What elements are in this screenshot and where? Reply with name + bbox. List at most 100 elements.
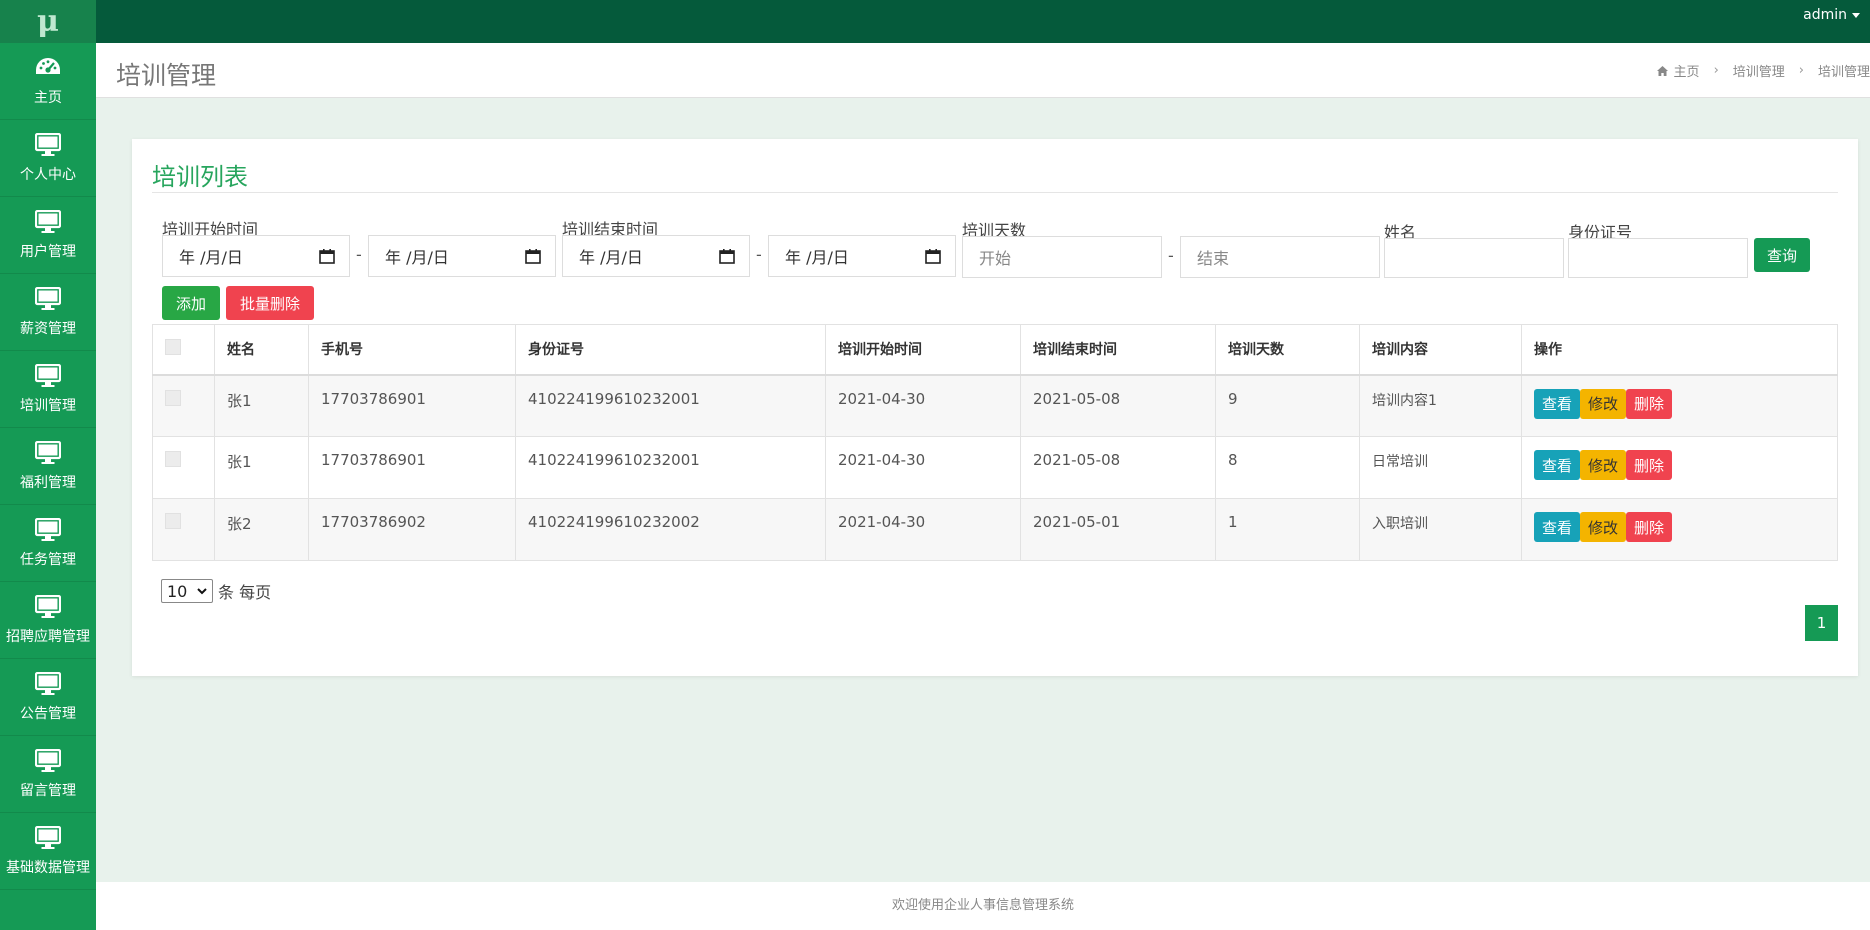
calendar-icon[interactable] (319, 248, 335, 264)
monitor-icon (35, 363, 61, 389)
dashboard-icon (35, 55, 61, 81)
sidebar-item-label: 薪资管理 (20, 321, 76, 337)
ops-cell: 查看 修改 删除 (1521, 436, 1838, 499)
range-dash: - (756, 245, 762, 264)
sidebar-item-9[interactable]: 留言管理 (0, 736, 96, 813)
row-checkbox[interactable] (165, 451, 181, 467)
days-to-input[interactable]: 结束 (1180, 236, 1380, 278)
start-date-from-input[interactable]: 年 /月/日 (162, 235, 350, 277)
column-header: 培训天数 (1215, 324, 1360, 376)
end-date-to-input[interactable]: 年 /月/日 (768, 235, 956, 277)
content-cell: 入职培训 (1359, 498, 1522, 561)
days-from-input[interactable]: 开始 (962, 236, 1162, 278)
row-select-cell (152, 374, 215, 437)
view-button[interactable]: 查看 (1534, 388, 1581, 419)
sidebar-item-5[interactable]: 福利管理 (0, 428, 96, 505)
footer: 欢迎使用企业人事信息管理系统 (96, 882, 1870, 930)
select-all-checkbox[interactable] (165, 339, 181, 356)
range-dash: - (1168, 246, 1174, 265)
edit-button[interactable]: 修改 (1580, 450, 1627, 480)
view-button[interactable]: 查看 (1534, 450, 1581, 480)
calendar-icon[interactable] (525, 248, 541, 264)
sidebar-item-7[interactable]: 招聘应聘管理 (0, 582, 96, 659)
id-number-cell: 410224199610232002 (515, 498, 826, 561)
monitor-icon (35, 594, 61, 620)
table-row: 张2 17703786902 410224199610232002 2021-0… (152, 498, 1838, 561)
phone-cell: 17703786901 (308, 436, 516, 499)
delete-button[interactable]: 删除 (1626, 450, 1673, 480)
card-title: 培训列表 (152, 163, 248, 191)
sidebar-item-label: 培训管理 (20, 398, 76, 414)
breadcrumb-home[interactable]: 主页 (1674, 61, 1700, 80)
delete-button[interactable]: 删除 (1626, 512, 1673, 542)
start-date-cell: 2021-04-30 (825, 436, 1021, 499)
start-date-cell: 2021-04-30 (825, 374, 1021, 437)
edit-button[interactable]: 修改 (1580, 388, 1627, 419)
sidebar-item-4[interactable]: 培训管理 (0, 351, 96, 428)
app-logo[interactable]: μ (0, 0, 96, 43)
monitor-icon (35, 209, 61, 235)
end-date-from-input[interactable]: 年 /月/日 (562, 235, 750, 277)
sidebar-item-0[interactable]: 主页 (0, 43, 96, 120)
sidebar: μ 主页个人中心用户管理薪资管理培训管理福利管理 任务管理 招聘应聘管理公告管理留言… (0, 0, 96, 930)
row-select-cell (152, 498, 215, 561)
column-header: 手机号 (308, 324, 516, 376)
user-menu[interactable]: admin (1803, 7, 1860, 23)
row-checkbox[interactable] (165, 389, 181, 406)
view-button[interactable]: 查看 (1534, 512, 1581, 542)
column-header: 培训结束时间 (1020, 324, 1216, 376)
column-header: 姓名 (214, 324, 309, 376)
sidebar-item-3[interactable]: 薪资管理 (0, 274, 96, 351)
page-title: 培训管理 (116, 61, 217, 90)
breadcrumb: 主页 › 培训管理 › 培训管理 (1656, 61, 1870, 80)
sidebar-item-2[interactable]: 用户管理 (0, 197, 96, 274)
sidebar-item-1[interactable]: 个人中心 (0, 120, 96, 197)
days-cell: 1 (1215, 498, 1360, 561)
id-number-search-input[interactable] (1568, 238, 1748, 278)
monitor-icon (35, 825, 61, 851)
chevron-right-icon: › (1798, 63, 1804, 78)
sidebar-item-label: 留言管理 (20, 783, 76, 799)
select-all-cell (152, 324, 215, 376)
page-size-select[interactable]: 10 (161, 579, 213, 603)
page-1-button[interactable]: 1 (1805, 605, 1838, 641)
sidebar-item-label: 公告管理 (20, 706, 76, 722)
chevron-right-icon: › (1713, 63, 1719, 78)
id-number-cell: 410224199610232001 (515, 436, 826, 499)
id-number-cell: 410224199610232001 (515, 374, 826, 437)
add-button[interactable]: 添加 (162, 286, 220, 320)
sidebar-item-label: 个人中心 (20, 167, 76, 183)
column-header: 身份证号 (515, 324, 826, 376)
bulk-delete-button[interactable]: 批量删除 (226, 286, 314, 320)
user-name: admin (1803, 7, 1847, 23)
monitor-icon (35, 132, 61, 158)
content-cell: 日常培训 (1359, 436, 1522, 499)
name-cell: 张1 (214, 374, 309, 437)
page-header: 培训管理 主页 › 培训管理 › 培训管理 (96, 43, 1870, 98)
chevron-down-icon (197, 587, 207, 594)
name-cell: 张1 (214, 436, 309, 499)
table-header-row: 姓名 手机号 身份证号 培训开始时间 培训结束时间 培训天数 培训内容 操作 (152, 324, 1838, 376)
column-header: 培训内容 (1359, 324, 1522, 376)
caret-down-icon (1852, 12, 1860, 18)
phone-cell: 17703786902 (308, 498, 516, 561)
sidebar-item-label: 基础数据管理 (6, 860, 90, 876)
edit-button[interactable]: 修改 (1580, 512, 1627, 542)
row-checkbox[interactable] (165, 513, 181, 529)
divider (152, 192, 1838, 193)
sidebar-item-8[interactable]: 公告管理 (0, 659, 96, 736)
calendar-icon[interactable] (925, 248, 941, 264)
sidebar-item-10[interactable]: 基础数据管理 (0, 813, 96, 890)
calendar-icon[interactable] (719, 248, 735, 264)
phone-cell: 17703786901 (308, 374, 516, 437)
start-date-to-input[interactable]: 年 /月/日 (368, 235, 556, 277)
query-button[interactable]: 查询 (1754, 238, 1810, 272)
start-date-cell: 2021-04-30 (825, 498, 1021, 561)
sidebar-item-6[interactable]: 任务管理 (0, 505, 96, 582)
ops-cell: 查看 修改 删除 (1521, 374, 1838, 437)
name-search-input[interactable] (1384, 238, 1564, 278)
days-cell: 8 (1215, 436, 1360, 499)
delete-button[interactable]: 删除 (1626, 388, 1673, 419)
monitor-icon (35, 748, 61, 774)
breadcrumb-parent[interactable]: 培训管理 (1733, 61, 1785, 80)
